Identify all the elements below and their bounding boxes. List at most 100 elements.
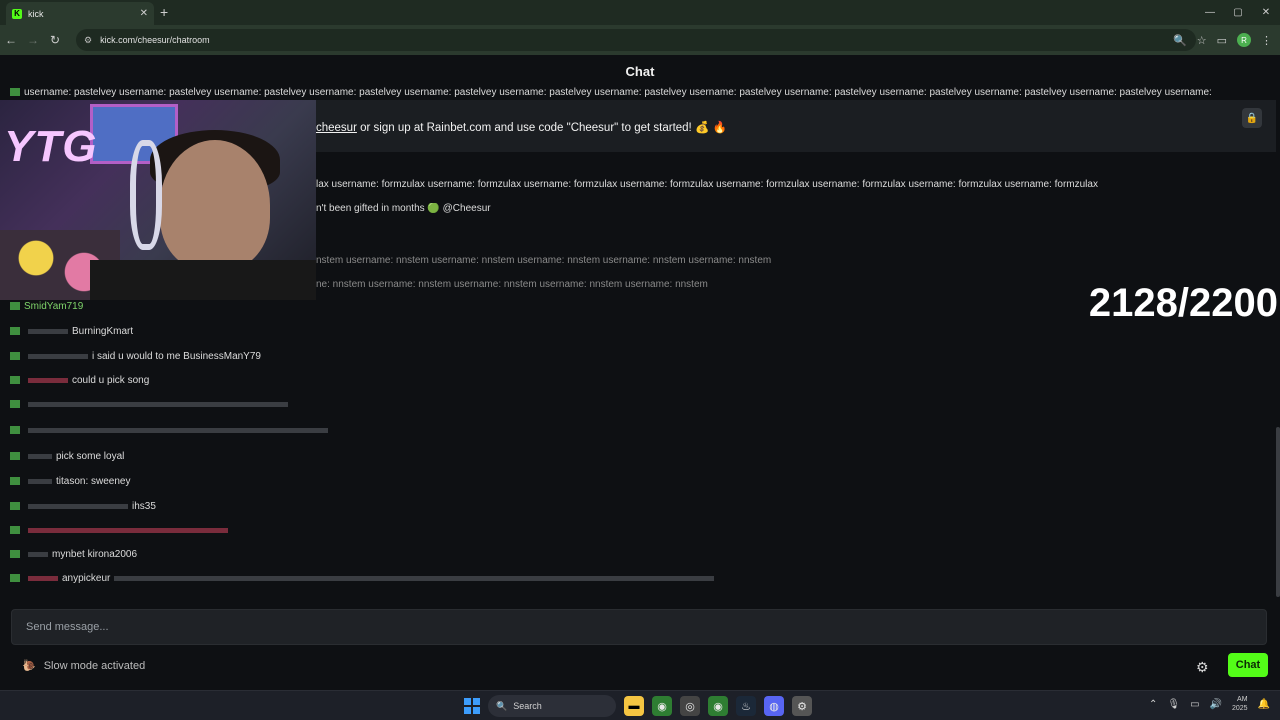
toolbar-right: 🔍 ☆ ▭ R ⋮ [1173,25,1272,55]
badge-icon [10,88,20,97]
address-bar-row: ← → ↻ ⚙ kick.com/cheesur/chatroom [0,25,1280,55]
taskbar-search[interactable]: 🔍 Search [488,695,616,717]
badge-icon [10,502,20,511]
chat-message [10,525,232,536]
chrome-icon[interactable]: ◉ [652,696,672,716]
search-icon: 🔍 [496,700,508,711]
blurred-text [114,575,715,581]
badge-icon [10,400,20,409]
chat-message [10,399,292,410]
slow-mode-label: Slow mode activated [43,659,146,672]
tab-kick[interactable]: K kick ✕ [6,2,154,25]
chat-message: i said u would to me BusinessManY79 [10,351,261,362]
blurred-text [28,401,288,407]
bookmark-star-icon[interactable]: ☆ [1197,34,1207,47]
browser-tab-bar: K kick ✕ + — ▢ ✕ [0,0,1280,25]
kick-favicon-icon: K [12,8,22,19]
blurred-text [28,551,48,557]
blurred-text [28,353,88,359]
forward-arrow-icon[interactable]: → [22,33,44,47]
chat-message: username: pastelvey username: pastelvey … [10,87,1212,98]
chat-message: anypickeur [10,573,718,584]
tab-title: kick [28,8,44,19]
composer-placeholder: Send message... [26,621,109,633]
microphone-icon[interactable]: 🎙 [1167,699,1180,710]
pinned-link[interactable]: cheesur [316,122,357,134]
blurred-text [28,453,52,459]
send-message-input[interactable]: Send message... [11,609,1267,645]
window-controls: — ▢ ✕ [1196,0,1280,25]
tab-close-icon[interactable]: ✕ [140,8,148,19]
menu-kebab-icon[interactable]: ⋮ [1261,34,1272,47]
chat-message: nstem username: nnstem username: nnstem … [316,255,772,266]
chat-message: could u pick song [10,375,149,386]
minimize-button[interactable]: — [1196,0,1224,25]
windows-start-icon[interactable] [464,698,480,714]
chevron-up-icon[interactable]: ⌃ [1149,699,1157,710]
chat-message: SmidYam719 [10,301,83,312]
chat-message: n't been gifted in months 🟢 @Cheesur [316,203,491,214]
chatroom-page: Chat username: pastelvey username: paste… [0,55,1280,690]
chat-message: titason: sweeney [10,476,131,487]
badge-icon [10,327,20,336]
chat-header: Chat [625,63,655,79]
blurred-text [28,503,128,509]
app-icon[interactable]: ◎ [680,696,700,716]
headset-icon [130,140,162,250]
discord-icon[interactable]: ◍ [764,696,784,716]
chat-message: ihs35 [10,501,156,512]
badge-icon [10,526,20,535]
url-input[interactable]: ⚙ kick.com/cheesur/chatroom [76,29,1196,51]
new-tab-button[interactable]: + [160,4,168,20]
lock-icon[interactable]: 🔒 [1242,108,1262,128]
network-icon[interactable]: ▭ [1190,699,1199,710]
blurred-text [28,478,52,484]
notification-bell-icon[interactable]: 🔔 [1258,699,1270,710]
url-text: kick.com/cheesur/chatroom [100,35,210,45]
zoom-icon[interactable]: 🔍 [1173,34,1187,47]
blurred-text [28,575,58,581]
badge-icon [10,302,20,311]
chat-message: BurningKmart [10,326,133,337]
sidebar-icon[interactable]: ▭ [1217,34,1227,47]
chat-settings-gear-icon[interactable]: ⚙ [1196,659,1209,676]
steam-icon[interactable]: ♨ [736,696,756,716]
chat-message: pick some loyal [10,451,124,462]
blurred-text [28,527,228,533]
badge-icon [10,426,20,435]
badge-icon [10,376,20,385]
snail-icon: 🐌 [22,660,36,672]
chat-message: lax username: formzulax username: formzu… [316,179,1098,190]
site-info-icon[interactable]: ⚙ [84,35,92,46]
send-chat-button[interactable]: Chat [1228,653,1268,677]
clock[interactable]: AM 2025 [1232,695,1248,713]
badge-icon [10,352,20,361]
neon-sign-logo: YTG [4,122,98,171]
streamer-face [160,140,270,270]
badge-icon [10,477,20,486]
goal-counter: 2128/2200 [1088,281,1278,325]
chat-message: mynbet kirona2006 [10,549,137,560]
badge-icon [10,550,20,559]
close-window-button[interactable]: ✕ [1252,0,1280,25]
volume-icon[interactable]: 🔊 [1210,699,1222,710]
chat-scrollbar[interactable] [1276,427,1280,597]
maximize-button[interactable]: ▢ [1224,0,1252,25]
blurred-text [28,328,68,334]
blurred-text [28,427,328,433]
reload-icon[interactable]: ↻ [44,33,66,47]
streamer-webcam-overlay: YTG [0,100,316,300]
chrome-icon[interactable]: ◉ [708,696,728,716]
badge-icon [10,452,20,461]
blurred-text [28,377,68,383]
chat-message [10,425,332,436]
slow-mode-indicator: 🐌 Slow mode activated [22,659,146,673]
back-arrow-icon[interactable]: ← [0,33,22,47]
badge-icon [10,574,20,583]
taskbar-apps: 🔍 Search ▬ ◉ ◎ ◉ ♨ ◍ ⚙ [464,695,812,717]
file-explorer-icon[interactable]: ▬ [624,696,644,716]
system-tray: ⌃ 🎙 ▭ 🔊 AM 2025 🔔 [1149,695,1270,713]
streamer-shirt [90,260,316,300]
profile-avatar[interactable]: R [1237,33,1251,47]
settings-icon[interactable]: ⚙ [792,696,812,716]
